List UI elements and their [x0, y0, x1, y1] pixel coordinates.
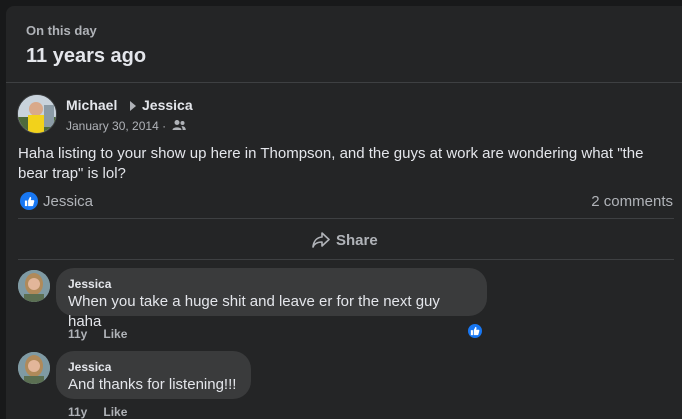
comment-author[interactable]: Jessica — [68, 359, 239, 375]
commenter-avatar[interactable] — [18, 270, 50, 302]
divider — [6, 82, 682, 83]
comment-meta: 11y Like — [68, 405, 127, 419]
memory-card: On this day 11 years ago Michael Jessica… — [6, 6, 682, 419]
share-button[interactable]: Share — [312, 228, 378, 252]
comment-text: When you take a huge shit and leave er f… — [68, 293, 440, 330]
like-reaction-icon[interactable] — [20, 192, 38, 210]
post-author[interactable]: Michael — [66, 97, 117, 113]
friends-icon[interactable] — [172, 119, 186, 131]
post-target[interactable]: Jessica — [142, 97, 193, 113]
comment-age[interactable]: 11y — [68, 405, 87, 419]
comment-like-reaction-icon[interactable] — [466, 322, 484, 340]
post-text: Haha listing to your show up here in Tho… — [18, 145, 644, 182]
comments-count[interactable]: 2 comments — [591, 193, 673, 210]
divider — [18, 218, 674, 219]
comment-bubble: Jessica And thanks for listening!!! — [56, 351, 251, 399]
post-date[interactable]: January 30, 2014 · — [66, 119, 166, 133]
reaction-names[interactable]: Jessica — [43, 193, 93, 210]
memory-label: On this day — [26, 23, 97, 38]
comment-meta: 11y Like — [68, 327, 127, 341]
comment-text: And thanks for listening!!! — [68, 376, 237, 393]
comment-bubble: Jessica When you take a huge shit and le… — [56, 268, 487, 330]
comment-like-button[interactable]: Like — [103, 405, 127, 419]
memory-years: 11 years ago — [26, 45, 147, 67]
divider — [18, 259, 674, 260]
author-avatar[interactable] — [17, 94, 57, 134]
share-icon — [312, 232, 330, 248]
comment-like-button[interactable]: Like — [103, 327, 127, 341]
commenter-avatar[interactable] — [18, 352, 50, 384]
caret-right-icon — [130, 101, 136, 111]
comment-age[interactable]: 11y — [68, 327, 87, 341]
share-label: Share — [336, 231, 378, 249]
comment-author[interactable]: Jessica — [68, 276, 475, 292]
